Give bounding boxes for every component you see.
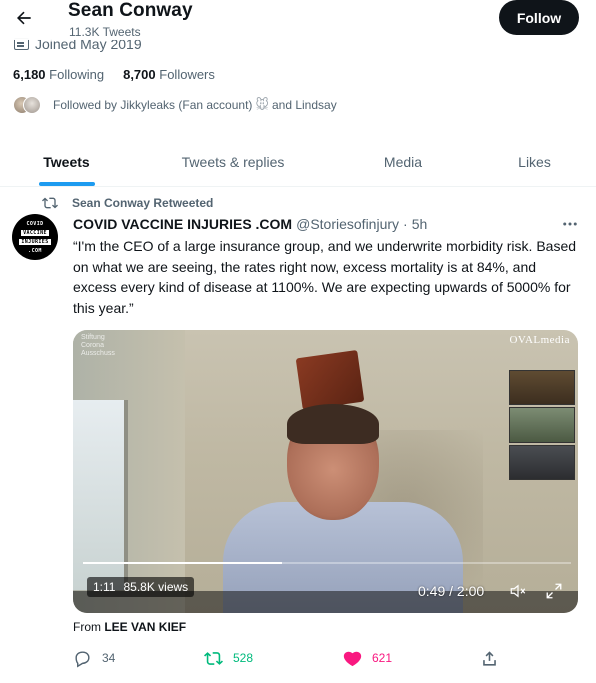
tab-media[interactable]: Media [333,138,473,186]
tab-label: Likes [518,154,551,170]
retweet-context-label: Sean Conway Retweeted [72,196,214,210]
followers-link[interactable]: 8,700 Followers [123,67,215,82]
share-icon [483,650,496,666]
video-frame-plaque [295,349,365,411]
follow-stats: 6,180 Following 8,700 Followers [13,67,215,82]
followers-label: Followers [159,67,215,82]
author-name[interactable]: COVID VACCINE INJURIES .COM [73,216,292,232]
reply-button[interactable]: 34 [73,646,115,670]
video-info-badge: 1:11 85.8K views [87,577,195,597]
tweet-actions: 34 528 621 [73,646,583,670]
following-link[interactable]: 6,180 Following [13,67,104,82]
avatar [23,96,41,114]
retweet-button[interactable]: 528 [204,646,253,670]
mouse-emoji-icon: 🐭 [255,97,269,112]
tab-tweets-replies[interactable]: Tweets & replies [133,138,333,186]
retweet-context[interactable]: Sean Conway Retweeted [42,195,213,211]
reply-count: 34 [102,651,116,665]
following-label: Following [49,67,105,82]
avatar-text: VACCINE [21,229,49,236]
participant-thumbnail [509,444,575,480]
expand-icon [546,583,562,599]
active-tab-indicator [38,182,95,186]
more-horizontal-icon [563,222,577,226]
reply-icon [75,650,90,667]
tweet-header: COVID VACCINE INJURIES .COM @Storiesofin… [73,216,427,232]
from-prefix: From [73,620,101,634]
video-time-display: 0:49 / 2:00 [418,583,485,599]
avatar-text: COVID [26,220,44,227]
mute-button[interactable] [507,581,529,601]
video-corner-text: Stiftung Corona Ausschuss [81,334,115,358]
follow-button[interactable]: Follow [499,0,579,35]
following-count: 6,180 [13,67,46,82]
like-button[interactable]: 621 [343,646,392,670]
avatar-text: INJURIES [19,238,51,245]
video-logo: OVALmedia [509,334,570,346]
like-count: 621 [372,651,393,665]
corner-text-line: Stiftung [81,334,105,341]
profile-tabs: Tweets Tweets & replies Media Likes [0,138,596,187]
tab-likes[interactable]: Likes [473,138,596,186]
arrow-left-icon [17,11,31,25]
video-source: From LEE VAN KIEF [73,620,186,634]
video-duration: 1:11 [93,580,116,594]
followed-by-link[interactable]: Followed by Jikkyleaks (Fan account) 🐭 a… [13,96,337,114]
tab-label: Tweets & replies [181,154,285,170]
profile-name-title: Sean Conway [68,0,193,21]
participant-thumbnail [509,370,575,406]
retweet-icon [204,651,223,665]
back-button[interactable] [10,4,38,32]
tweet-timestamp[interactable]: 5h [412,216,428,232]
tab-label: Media [383,154,423,170]
tweet-text: “I'm the CEO of a large insurance group,… [73,238,577,316]
separator: · [403,216,408,232]
more-options-button[interactable] [560,214,580,234]
video-source-link[interactable]: LEE VAN KIEF [104,620,186,634]
author-handle[interactable]: @Storiesofinjury [296,216,399,232]
avatar[interactable]: COVID VACCINE INJURIES .COM [12,214,58,260]
video-views: 85.8K views [123,580,189,594]
followed-by-suffix: and Lindsay [271,98,337,112]
retweet-count: 528 [233,651,254,665]
corner-text-line: Ausschuss [81,350,115,357]
video-participant-thumbnails [509,370,575,480]
fullscreen-button[interactable] [543,581,565,601]
tab-label: Tweets [43,154,90,170]
profile-header: Sean Conway 11.3K Tweets Follow [0,0,596,40]
followed-by-prefix: Followed by Jikkyleaks (Fan account) [53,98,253,112]
volume-muted-icon [510,584,526,598]
corner-text-line: Corona [81,342,104,349]
video-progress-bar[interactable] [83,562,571,564]
video-progress-fill [83,562,283,564]
follower-avatars [13,96,43,114]
video-player[interactable]: Stiftung Corona Ausschuss OVALmedia 1:11… [73,330,578,613]
retweet-icon [42,197,58,209]
tweet-count: 11.3K Tweets [69,25,141,39]
followers-count: 8,700 [123,67,156,82]
avatar-text: .COM [28,247,42,254]
heart-filled-icon [343,651,362,666]
tab-tweets[interactable]: Tweets [0,138,133,186]
participant-thumbnail [509,407,575,443]
video-frame-speaker-hair [287,404,379,444]
share-button[interactable] [480,646,499,670]
